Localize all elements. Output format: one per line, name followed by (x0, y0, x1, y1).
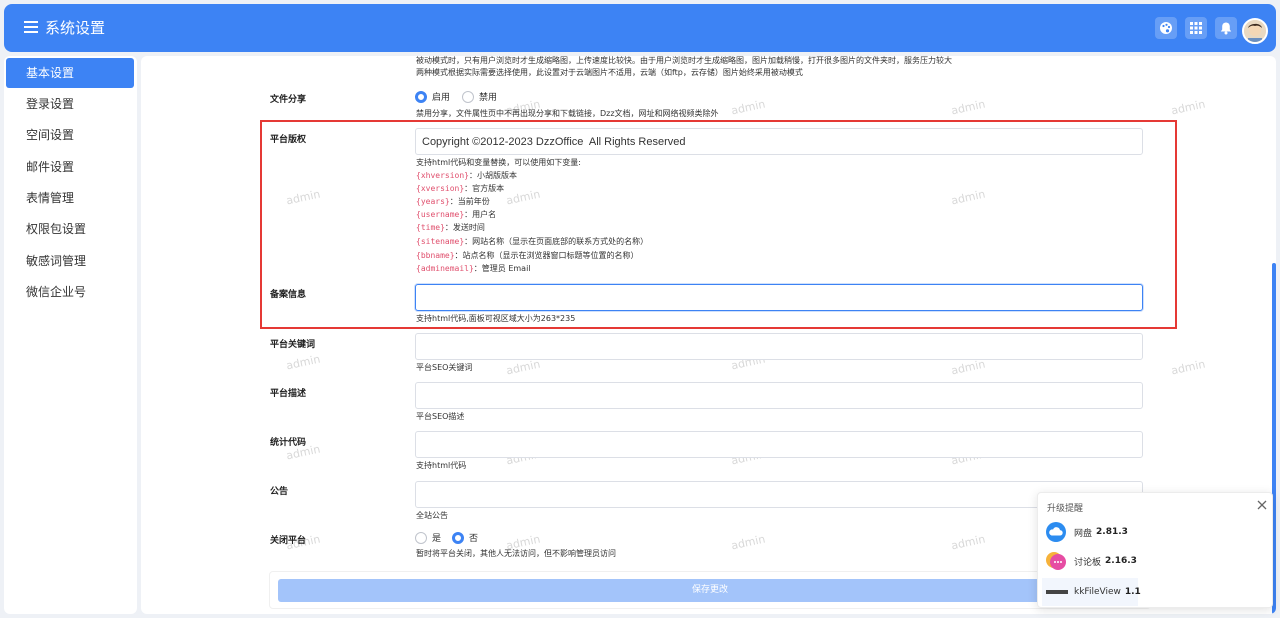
user-avatar[interactable] (1242, 18, 1268, 44)
close-platform-no-radio[interactable]: 否 (452, 531, 478, 544)
popup-title: 升级提醒 (1047, 504, 1084, 514)
close-platform-hint: 暂时将平台关闭，其他人无法访问，但不影响管理员访问 (416, 549, 616, 558)
upgrade-item-kkfileview[interactable]: kkFileView 1.1 (1042, 578, 1141, 606)
watermark: admin (950, 97, 987, 118)
apps-grid-icon[interactable] (1185, 17, 1207, 39)
save-button[interactable]: 保存更改 (278, 579, 1142, 602)
sidebar: 基本设置 登录设置 空间设置 邮件设置 表情管理 权限包设置 敏感词管理 微信企… (4, 56, 137, 614)
cloud-icon (1046, 522, 1066, 542)
watermark: admin (1170, 97, 1207, 118)
palette-icon[interactable] (1155, 17, 1177, 39)
watermark: admin (950, 532, 987, 553)
watermark: admin (730, 97, 767, 118)
notice-hint: 全站公告 (416, 511, 448, 520)
keywords-input[interactable] (415, 333, 1143, 360)
upgrade-reminder-popup: 升级提醒 网盘 2.81.3 讨论板 2.16.3 kkFileView 1.1 (1037, 492, 1273, 608)
bell-icon[interactable] (1215, 17, 1237, 39)
notice-label: 公告 (270, 487, 289, 497)
description-label: 平台描述 (270, 389, 307, 399)
sidebar-item-login[interactable]: 登录设置 (6, 89, 134, 119)
variable-line: {years}：当前年份 (416, 197, 490, 206)
close-icon[interactable] (1256, 499, 1268, 511)
keywords-hint: 平台SEO关键词 (416, 363, 473, 372)
sidebar-item-basic[interactable]: 基本设置 (6, 58, 134, 88)
sidebar-item-space[interactable]: 空间设置 (6, 120, 134, 150)
description-hint: 平台SEO描述 (416, 412, 465, 421)
radio-unchecked-icon (415, 531, 427, 544)
kkfileview-logo-icon (1046, 582, 1068, 602)
radio-checked-icon (452, 531, 464, 544)
file-share-disable-radio[interactable]: 禁用 (462, 90, 497, 103)
stats-code-label: 统计代码 (270, 438, 307, 448)
stats-code-hint: 支持html代码 (416, 461, 467, 470)
sidebar-item-mail[interactable]: 邮件设置 (6, 152, 134, 182)
file-share-enable-radio[interactable]: 启用 (415, 90, 450, 103)
keywords-label: 平台关键词 (270, 340, 316, 350)
radio-checked-icon (415, 90, 427, 103)
watermark: admin (730, 532, 767, 553)
variable-line: {bbname}：站点名称（显示在浏览器窗口标题等位置的名称） (416, 251, 639, 260)
top-header: 系统设置 (4, 4, 1276, 52)
icp-input[interactable] (415, 284, 1143, 311)
watermark: admin (1170, 357, 1207, 378)
page-title: 系统设置 (45, 19, 106, 37)
sidebar-item-permission-pack[interactable]: 权限包设置 (6, 214, 134, 244)
thumbnail-mode-hint-1: 被动模式时，只有用户浏览时才生成缩略图，上传速度比较快。由于用户浏览时才生成缩略… (416, 56, 952, 65)
file-share-label: 文件分享 (270, 95, 307, 105)
close-platform-yes-radio[interactable]: 是 (415, 531, 441, 544)
sidebar-item-emoji[interactable]: 表情管理 (6, 183, 134, 213)
watermark: admin (285, 352, 322, 373)
sidebar-item-sensitive-words[interactable]: 敏感词管理 (6, 246, 134, 276)
icp-label: 备案信息 (270, 290, 307, 300)
variable-line: {sitename}：网站名称（显示在页面底部的联系方式处的名称） (416, 237, 649, 246)
file-share-hint: 禁用分享，文件属性页中不再出现分享和下载链接，Dzz文档，网址和网络视频类除外 (416, 109, 719, 118)
icp-hint: 支持html代码,面板可视区域大小为263*235 (416, 314, 576, 323)
thumbnail-mode-hint-2: 两种模式根据实际需要选择使用，此设置对于云端图片不适用，云端（如ftp，云存储）… (416, 68, 803, 77)
sidebar-item-wechat-work[interactable]: 微信企业号 (6, 277, 134, 307)
upgrade-item-netdisk[interactable]: 网盘 2.81.3 (1042, 518, 1271, 546)
variable-line: {adminemail}：管理员 Email (416, 264, 531, 273)
radio-unchecked-icon (462, 90, 474, 103)
copyright-hint: 支持html代码和变量替换，可以使用如下变量: (416, 158, 581, 167)
chat-bubble-icon (1046, 551, 1066, 571)
variable-line: {xversion}：官方版本 (416, 184, 505, 193)
stats-code-input[interactable] (415, 431, 1143, 458)
notice-input[interactable] (415, 481, 1143, 508)
watermark: admin (505, 357, 542, 378)
variable-line: {time}：发送时间 (416, 223, 485, 232)
variable-line: {xhversion}：小胡版版本 (416, 171, 517, 180)
close-platform-label: 关闭平台 (270, 536, 307, 546)
upgrade-item-forum[interactable]: 讨论板 2.16.3 (1042, 547, 1271, 575)
copyright-label: 平台版权 (270, 135, 307, 145)
watermark: admin (950, 357, 987, 378)
hamburger-menu-icon[interactable] (23, 19, 39, 35)
variable-line: {username}：用户名 (416, 210, 497, 219)
copyright-input[interactable] (415, 128, 1143, 155)
description-input[interactable] (415, 382, 1143, 409)
